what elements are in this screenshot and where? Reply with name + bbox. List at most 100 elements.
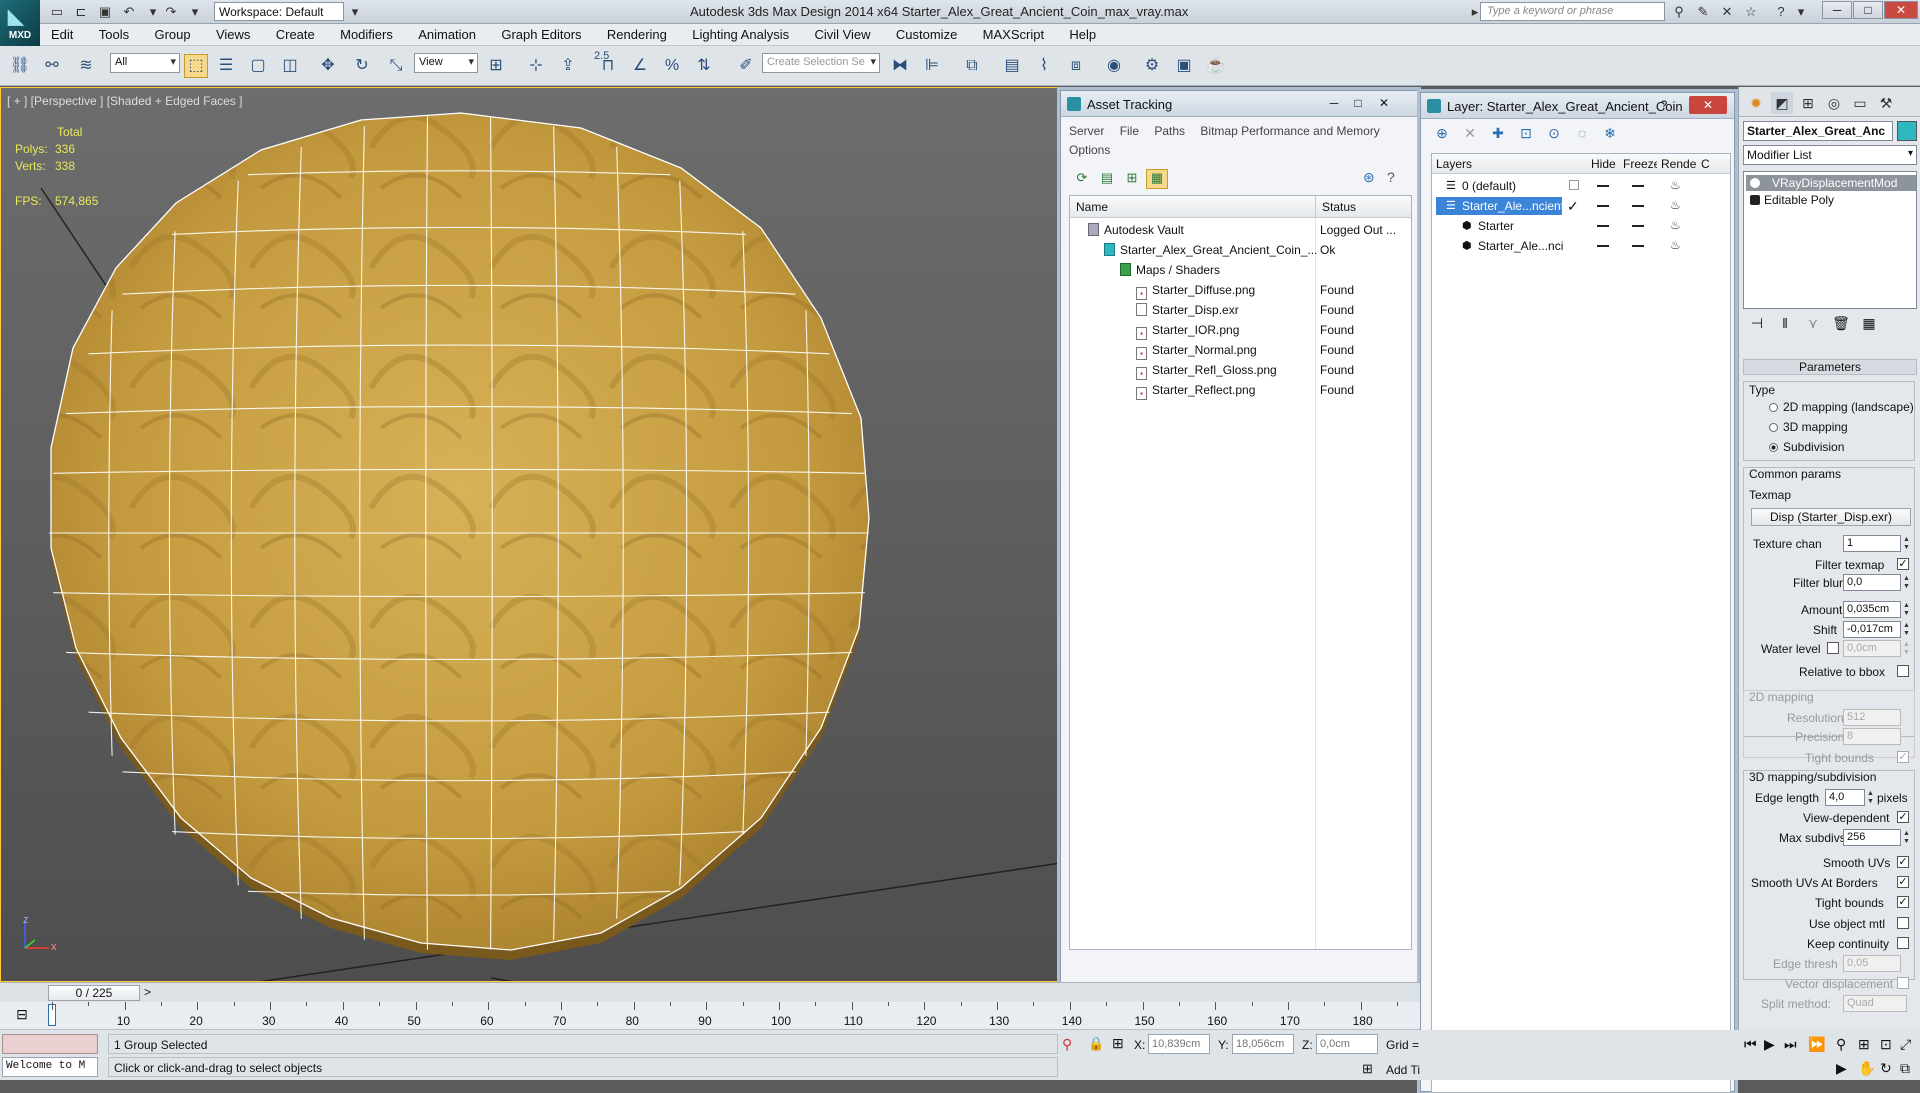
smooth-uvs-borders-checkbox[interactable]: ✓: [1897, 876, 1909, 888]
exchange-icon[interactable]: ✕: [1718, 3, 1736, 21]
render-column-header[interactable]: Render: [1657, 154, 1700, 174]
max-subdivs-spinner[interactable]: 256: [1843, 829, 1901, 846]
time-tag-icon[interactable]: ⊞: [1362, 1061, 1373, 1077]
time-slider[interactable]: 0 / 225 >: [0, 982, 1420, 1002]
smooth-uvs-checkbox[interactable]: ✓: [1897, 856, 1909, 868]
split-method-dropdown[interactable]: Quad: [1843, 995, 1907, 1012]
asset-tracking-window[interactable]: Asset Tracking ─ □ ✕ Server File Paths B…: [1060, 90, 1418, 1075]
display-tab-icon[interactable]: ▭: [1849, 92, 1871, 114]
schematic-view-icon[interactable]: ⧈: [1064, 54, 1088, 78]
parameters-rollout-header[interactable]: Parameters: [1743, 359, 1917, 375]
render-teapot-icon[interactable]: ♨: [1670, 219, 1684, 231]
maxscript-mini-listener[interactable]: Welcome to M: [2, 1057, 98, 1077]
hierarchy-tab-icon[interactable]: ⊞: [1797, 92, 1819, 114]
perspective-viewport[interactable]: [ + ] [Perspective ] [Shaded + Edged Fac…: [0, 87, 1060, 982]
layer-help-button[interactable]: ?: [1654, 96, 1674, 114]
layer-manager-icon[interactable]: ⧉: [960, 54, 984, 78]
freeze-all-layers-icon[interactable]: ❄: [1599, 125, 1621, 145]
add-to-layer-icon[interactable]: ✚: [1487, 125, 1509, 145]
workspace-dropdown[interactable]: Workspace: Default: [214, 2, 344, 21]
refresh-icon[interactable]: ⟳: [1071, 170, 1093, 190]
edge-thresh-spinner[interactable]: 0,05: [1843, 955, 1901, 972]
asset-help-icon[interactable]: ?: [1387, 169, 1395, 185]
asset-minimize-button[interactable]: ─: [1324, 94, 1344, 112]
modifier-list-dropdown[interactable]: Modifier List ▾: [1743, 145, 1917, 165]
maximize-viewport-icon[interactable]: ⤢: [1900, 1036, 1911, 1053]
table-view-icon[interactable]: ▦: [1146, 169, 1168, 189]
hide-column-header[interactable]: Hide: [1587, 154, 1619, 174]
undo-icon[interactable]: ↶: [120, 3, 138, 21]
spinner-snap-icon[interactable]: ⇅: [692, 54, 716, 78]
hide-toggle[interactable]: [1597, 205, 1609, 207]
zoom-icon[interactable]: ⚲: [1836, 1036, 1846, 1053]
stack-item-vray-displacement[interactable]: VRayDisplacementMod: [1746, 175, 1916, 191]
precision-spinner[interactable]: 8: [1843, 728, 1901, 745]
absolute-mode-icon[interactable]: ⊞: [1112, 1035, 1124, 1052]
color-column-header[interactable]: C: [1697, 154, 1730, 174]
menu-animation[interactable]: Animation: [407, 24, 487, 45]
maximize-button[interactable]: □: [1853, 1, 1883, 19]
hide-toggle[interactable]: [1597, 225, 1609, 227]
coin-mesh-render[interactable]: [1, 88, 1060, 982]
layer-row[interactable]: ☰ 0 (default) ♨: [1432, 176, 1730, 196]
expand-plus-icon[interactable]: [1750, 195, 1760, 205]
menu-lighting-analysis[interactable]: Lighting Analysis: [681, 24, 800, 45]
percent-snap-icon[interactable]: %: [660, 54, 684, 78]
keyboard-shortcut-override-icon[interactable]: ⇪: [556, 54, 580, 78]
rendered-frame-window-icon[interactable]: ▣: [1172, 54, 1196, 78]
keep-continuity-checkbox[interactable]: [1897, 937, 1909, 949]
layer-list[interactable]: Layers Hide Freeze Render C ☰ 0 (default…: [1431, 153, 1731, 1093]
link-icon[interactable]: ⛓: [8, 54, 32, 78]
maxscript-listener-red[interactable]: [2, 1034, 98, 1054]
layer-row[interactable]: ⬢ Starter_Ale...nci ♨: [1432, 236, 1730, 256]
asset-menu-file[interactable]: File: [1120, 124, 1139, 138]
selection-lock-icon[interactable]: 🔒: [1088, 1036, 1104, 1052]
hide-toggle[interactable]: [1597, 245, 1609, 247]
radio-2d-mapping[interactable]: 2D mapping (landscape): [1769, 400, 1914, 414]
menu-customize[interactable]: Customize: [885, 24, 968, 45]
help-dropdown-icon[interactable]: ▾: [1792, 3, 1810, 21]
spinner-arrows-icon[interactable]: ▲ ▼: [1903, 641, 1911, 657]
hide-all-layers-icon[interactable]: ◌: [1571, 125, 1593, 145]
asset-row[interactable]: Starter_Alex_Great_Ancient_Coin_... Ok: [1070, 240, 1411, 260]
modify-tab-icon[interactable]: ◩: [1771, 92, 1793, 114]
pan-view-icon[interactable]: ✋: [1858, 1060, 1875, 1077]
layer-row[interactable]: ☰ Starter_Ale...ncient ✓ ♨: [1432, 196, 1730, 216]
curve-editor-icon[interactable]: ⌇: [1032, 54, 1056, 78]
configure-modifier-sets-icon[interactable]: ▦: [1855, 315, 1883, 332]
select-in-layer-icon[interactable]: ⊡: [1515, 125, 1537, 145]
delete-layer-icon[interactable]: ✕: [1459, 125, 1481, 145]
asset-row[interactable]: ▪ Starter_Reflect.png Found: [1070, 380, 1411, 400]
snaps-toggle-icon[interactable]: ⊓: [596, 54, 620, 78]
light-bulb-icon[interactable]: [1750, 178, 1760, 188]
asset-menu-bitmap-performance[interactable]: Bitmap Performance and Memory: [1200, 124, 1379, 138]
edge-length-spinner[interactable]: 4,0: [1825, 789, 1865, 806]
spinner-arrows-icon[interactable]: ▲ ▼: [1903, 575, 1911, 591]
asset-menu-options[interactable]: Options: [1069, 143, 1110, 157]
relative-to-bbox-checkbox[interactable]: [1897, 665, 1909, 677]
save-file-icon[interactable]: ▣: [96, 3, 114, 21]
shift-spinner[interactable]: -0,017cm: [1843, 621, 1901, 638]
menu-help[interactable]: Help: [1058, 24, 1107, 45]
current-layer-checkbox[interactable]: [1569, 180, 1579, 190]
create-layer-icon[interactable]: ⊕: [1431, 125, 1453, 145]
menu-graph-editors[interactable]: Graph Editors: [490, 24, 592, 45]
angle-snap-icon[interactable]: ∠: [628, 54, 652, 78]
asset-row[interactable]: ▪ Starter_Normal.png Found: [1070, 340, 1411, 360]
2d-tight-bounds-checkbox[interactable]: ✓: [1897, 751, 1909, 763]
orbit-icon[interactable]: ↻: [1880, 1060, 1892, 1077]
hide-toggle[interactable]: [1597, 185, 1609, 187]
make-unique-icon[interactable]: ⋎: [1799, 315, 1827, 332]
status-column-header[interactable]: Status: [1315, 196, 1411, 218]
y-coord-field[interactable]: 18,056cm: [1232, 1034, 1294, 1054]
create-tab-icon[interactable]: ✹: [1745, 92, 1767, 114]
render-teapot-icon[interactable]: ♨: [1670, 179, 1684, 191]
select-by-name-icon[interactable]: ☰: [214, 54, 238, 78]
selection-filter-dropdown[interactable]: All: [110, 53, 180, 73]
spinner-arrows-icon[interactable]: ▲ ▼: [1903, 602, 1911, 618]
open-file-icon[interactable]: ⊏: [72, 3, 90, 21]
zoom-extents-icon[interactable]: ⊡: [1880, 1036, 1892, 1053]
water-level-checkbox[interactable]: [1827, 642, 1839, 654]
unlink-icon[interactable]: ⚯: [40, 54, 64, 78]
spinner-arrows-icon[interactable]: ▲ ▼: [1903, 536, 1911, 552]
